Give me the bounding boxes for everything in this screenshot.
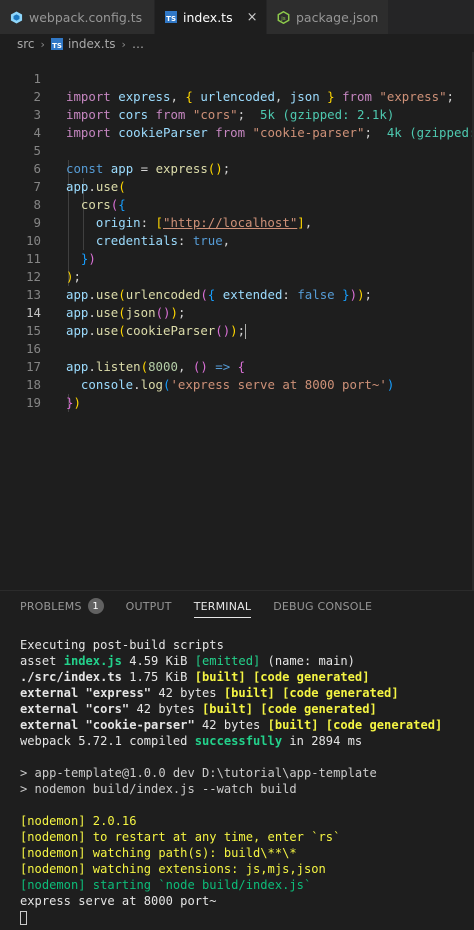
- code-editor[interactable]: 1 import express, { urlencoded, json } f…: [0, 52, 474, 592]
- tab-package-json[interactable]: js package.json: [267, 0, 389, 34]
- code-line: 13 app.use(json());: [0, 268, 474, 320]
- terminal-line: [nodemon] watching extensions: js,mjs,js…: [20, 862, 326, 876]
- code-line: 19: [0, 376, 474, 410]
- breadcrumb-more[interactable]: …: [132, 37, 144, 51]
- terminal-line: ./src/index.ts 1.75 KiB [built] [code ge…: [20, 670, 370, 684]
- problems-count-badge: 1: [87, 598, 104, 614]
- panel-tab-bar: PROBLEMS 1 OUTPUT TERMINAL DEBUG CONSOLE: [0, 591, 474, 621]
- terminal-line: webpack 5.72.1 compiled successfully in …: [20, 734, 363, 748]
- code-line: 12 app.use(urlencoded({ extended: false …: [0, 250, 474, 302]
- chevron-right-icon: ›: [40, 37, 45, 51]
- tab-output[interactable]: OUTPUT: [126, 591, 172, 621]
- tab-label: package.json: [296, 9, 379, 25]
- terminal-line: external "express" 42 bytes [built] [cod…: [20, 686, 399, 700]
- code-line: 7 cors({: [0, 160, 474, 212]
- code-line: 1 import express, { urlencoded, json } f…: [0, 52, 474, 104]
- terminal-line: [nodemon] watching path(s): build\**\*: [20, 846, 297, 860]
- breadcrumb-file[interactable]: index.ts: [68, 37, 116, 51]
- terminal-line: Executing post-build scripts: [20, 638, 224, 652]
- terminal-line: external "cookie-parser" 42 bytes [built…: [20, 718, 443, 732]
- typescript-icon: TS: [50, 38, 63, 50]
- close-icon[interactable]: ×: [247, 10, 258, 25]
- tab-label: webpack.config.ts: [29, 9, 143, 25]
- typescript-icon: TS: [165, 11, 177, 23]
- code-line: 2 import cors from "cors"; 5k (gzipped: …: [0, 70, 474, 122]
- tab-webpack-config[interactable]: webpack.config.ts: [0, 0, 155, 34]
- breadcrumb-folder[interactable]: src: [17, 37, 35, 51]
- code-line: 11 );: [0, 232, 474, 284]
- terminal-line: [nodemon] starting `node build/index.js`: [20, 878, 312, 892]
- bottom-panel: PROBLEMS 1 OUTPUT TERMINAL DEBUG CONSOLE…: [0, 590, 474, 930]
- chevron-right-icon: ›: [121, 37, 126, 51]
- breadcrumb: src › TS index.ts › …: [0, 34, 474, 54]
- terminal-line: > app-template@1.0.0 dev D:\tutorial\app…: [20, 766, 377, 780]
- editor-tab-bar: webpack.config.ts TS index.ts × js packa…: [0, 0, 474, 34]
- terminal-line: [20, 909, 27, 925]
- code-line: 15: [0, 304, 474, 338]
- terminal-line: express serve at 8000 port~: [20, 894, 217, 908]
- line-number: 19: [26, 395, 41, 410]
- code-line: 6 app.use(: [0, 142, 474, 194]
- terminal-line: > nodemon build/index.js --watch build: [20, 782, 297, 796]
- code-line: 10 }): [0, 214, 474, 266]
- code-line: 17 console.log('express serve at 8000 po…: [0, 340, 474, 392]
- code-line: 4: [0, 106, 474, 140]
- nodejs-icon: js: [277, 10, 290, 24]
- terminal-cursor: [20, 910, 27, 925]
- tab-terminal[interactable]: TERMINAL: [193, 591, 252, 621]
- terminal-line: external "cors" 42 bytes [built] [code g…: [20, 702, 377, 716]
- tab-debug-console[interactable]: DEBUG CONSOLE: [273, 591, 372, 621]
- code-line: 16 app.listen(8000, () => {: [0, 322, 474, 374]
- tab-problems[interactable]: PROBLEMS 1: [20, 591, 104, 621]
- code-line: 3 import cookieParser from "cookie-parse…: [0, 88, 474, 140]
- code-line: 9 credentials: true,: [0, 196, 474, 248]
- tab-index-ts[interactable]: TS index.ts ×: [155, 0, 267, 34]
- terminal-line: [nodemon] 2.0.16: [20, 814, 137, 828]
- code-line: 5 const app = express();: [0, 124, 474, 176]
- tab-label: index.ts: [183, 9, 233, 25]
- svg-text:js: js: [280, 15, 286, 21]
- code-line: 18 }): [0, 358, 474, 410]
- terminal-line: [nodemon] to restart at any time, enter …: [20, 830, 341, 844]
- terminal-line: asset index.js 4.59 KiB [emitted] (name:…: [20, 654, 355, 668]
- code-line: 8 origin: ["http://localhost"],: [0, 178, 474, 230]
- webpack-icon: [10, 10, 23, 24]
- code-line: 14 app.use(cookieParser());: [0, 286, 474, 339]
